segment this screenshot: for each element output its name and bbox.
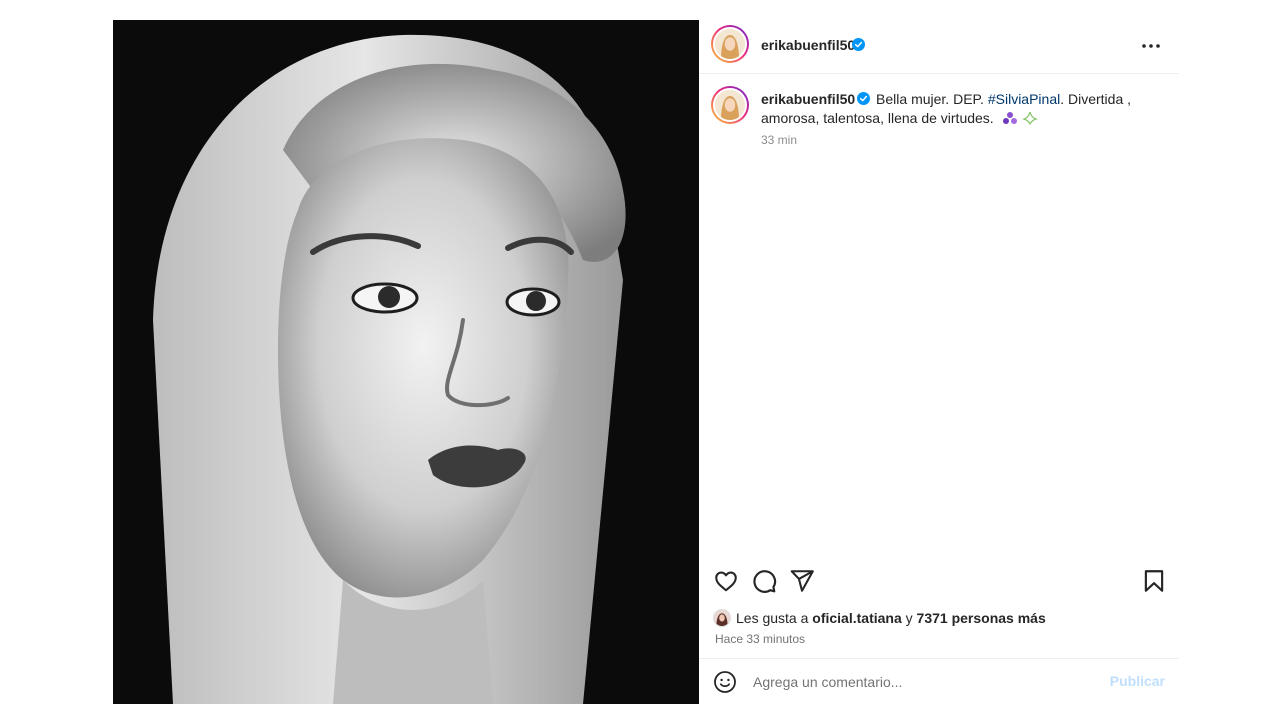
caption-username[interactable]: erikabuenfil50 [761, 91, 855, 107]
caption-author-avatar[interactable] [711, 86, 749, 124]
caption-hashtag[interactable]: #SilviaPinal [988, 91, 1060, 107]
comment-button[interactable] [751, 568, 777, 594]
avatar-portrait-icon [715, 29, 745, 59]
post-timestamp[interactable]: Hace 33 minutos [715, 632, 805, 646]
comment-icon [753, 570, 777, 593]
purple-heart-cluster-emoji [1002, 112, 1017, 124]
likes-joiner: y [901, 610, 917, 626]
caption-timestamp: 33 min [761, 133, 798, 147]
smiley-icon[interactable] [713, 670, 737, 694]
likes-prefix: Les gusta a [736, 610, 813, 626]
author-avatar[interactable] [711, 25, 749, 63]
verified-badge-icon [852, 38, 865, 51]
instagram-post: erikabuenfil50 erikabuenfil50 Bella muje… [113, 20, 1179, 704]
caption-text: erikabuenfil50 Bella mujer. DEP. #Silvia… [761, 90, 1141, 128]
bookmark-icon [1144, 570, 1164, 592]
liker-username[interactable]: oficial.tatiana [812, 610, 901, 626]
comment-box: Publicar [699, 658, 1179, 704]
caption-body-start: Bella mujer. DEP. [872, 91, 988, 107]
comment-input[interactable] [753, 671, 1093, 693]
author-username[interactable]: erikabuenfil50 [761, 37, 855, 53]
likes-summary: Les gusta a oficial.tatiana y 7371 perso… [713, 608, 1046, 628]
verified-badge-icon [857, 92, 871, 105]
more-options-icon[interactable] [1137, 32, 1165, 60]
avatar-portrait-icon [714, 610, 730, 626]
publish-button[interactable]: Publicar [1110, 673, 1165, 689]
post-photo[interactable] [113, 20, 699, 704]
likes-count[interactable]: 7371 personas más [917, 610, 1046, 626]
like-button[interactable] [713, 568, 739, 594]
save-button[interactable] [1141, 568, 1167, 594]
liker-avatar[interactable] [713, 609, 731, 627]
avatar-portrait-icon [715, 90, 745, 120]
send-icon [790, 570, 814, 592]
post-header: erikabuenfil50 [699, 20, 1179, 74]
portrait-image [113, 20, 699, 704]
sparkles-emoji [1021, 111, 1038, 125]
post-side-panel: erikabuenfil50 erikabuenfil50 Bella muje… [699, 20, 1179, 704]
heart-icon [715, 571, 737, 592]
action-bar [699, 566, 1179, 596]
share-button[interactable] [789, 568, 815, 594]
